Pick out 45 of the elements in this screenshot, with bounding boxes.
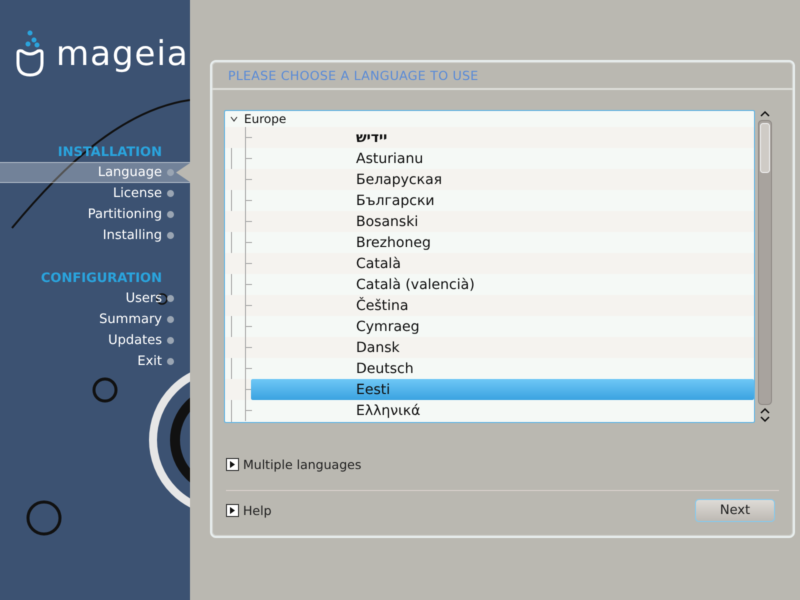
- scroll-down-icon[interactable]: [760, 415, 770, 423]
- step-item: Partitioning: [0, 204, 190, 225]
- step-item: Installing: [0, 225, 190, 246]
- help-label[interactable]: Help: [243, 503, 272, 518]
- step-dot-icon: [167, 295, 174, 302]
- language-item[interactable]: Brezhoneg: [356, 234, 489, 250]
- section-title: CONFIGURATION: [40, 270, 163, 288]
- step-dot-icon: [167, 169, 174, 176]
- language-item[interactable]: Eesti: [356, 382, 489, 398]
- step-item: Language: [0, 162, 190, 183]
- language-item[interactable]: יידיש: [356, 130, 489, 146]
- step-dot-icon: [167, 358, 174, 365]
- step-item: Users: [0, 288, 190, 309]
- step-dot-icon: [167, 232, 174, 239]
- language-item[interactable]: Cymraeg: [356, 318, 489, 334]
- pointer-icon: [176, 163, 190, 182]
- tree-group[interactable]: Europe: [225, 111, 754, 127]
- language-item[interactable]: Deutsch: [356, 360, 489, 376]
- language-item[interactable]: Català (valencià): [356, 276, 489, 292]
- page-title: PLEASE CHOOSE A LANGUAGE TO USE: [212, 62, 793, 90]
- step-item: License: [0, 183, 190, 204]
- language-item[interactable]: Català: [356, 256, 489, 272]
- language-item[interactable]: Български: [356, 192, 489, 208]
- language-item[interactable]: Asturianu: [356, 150, 489, 166]
- step-dot-icon: [167, 190, 174, 197]
- language-item[interactable]: Беларуская: [356, 172, 489, 188]
- step-item: Exit: [0, 351, 190, 372]
- language-item[interactable]: Čeština: [356, 298, 489, 314]
- scroll-up-icon[interactable]: [760, 407, 770, 415]
- language-item[interactable]: Bosanski: [356, 214, 489, 230]
- expander-icon[interactable]: [226, 504, 239, 517]
- expander-icon[interactable]: [226, 458, 239, 471]
- expander-label[interactable]: Multiple languages: [243, 457, 362, 472]
- language-item[interactable]: Dansk: [356, 340, 489, 356]
- step-item: Summary: [0, 309, 190, 330]
- language-item[interactable]: Ελληνικά: [356, 402, 489, 418]
- logo-text: mageia: [56, 37, 189, 71]
- scrollbar[interactable]: [758, 110, 772, 423]
- step-dot-icon: [167, 337, 174, 344]
- step-item: Updates: [0, 330, 190, 351]
- step-dot-icon: [167, 211, 174, 218]
- scroll-thumb[interactable]: [760, 123, 770, 173]
- step-dot-icon: [167, 316, 174, 323]
- scroll-up-icon[interactable]: [760, 110, 770, 118]
- next-button[interactable]: Next: [695, 499, 775, 522]
